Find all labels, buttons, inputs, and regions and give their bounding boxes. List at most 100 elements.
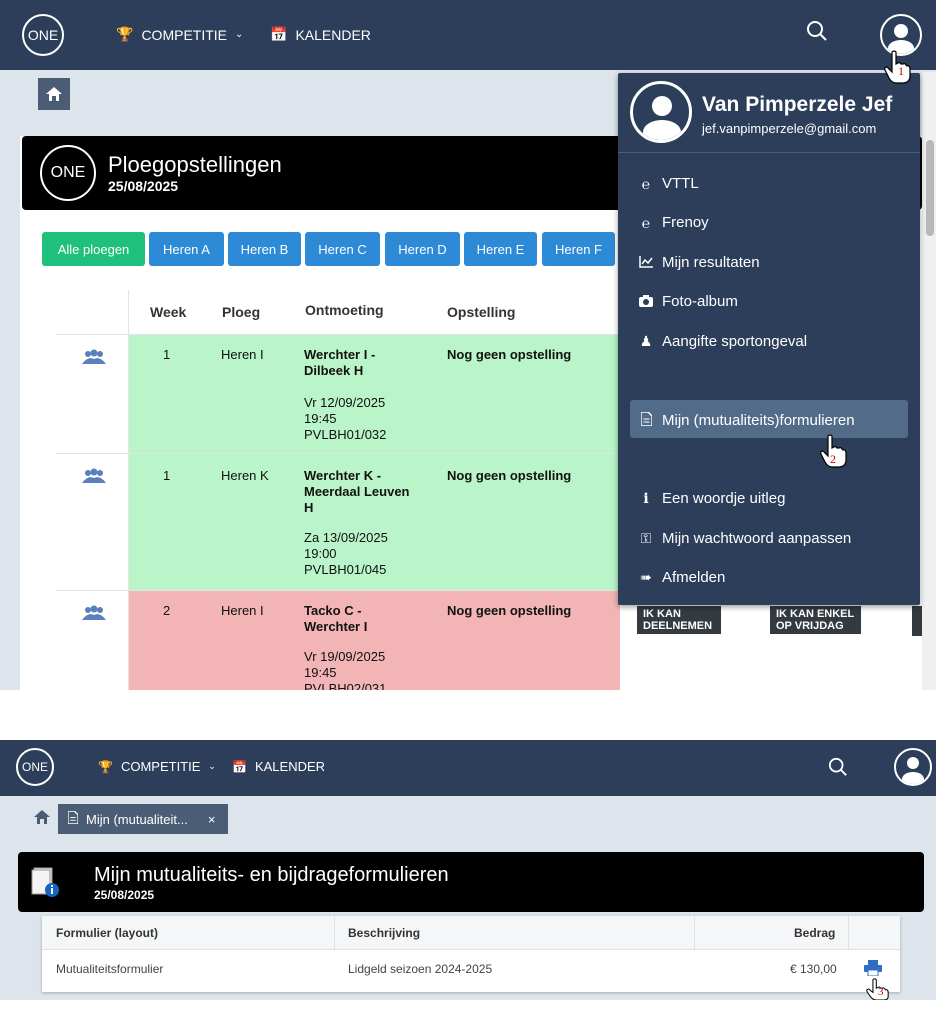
nav-kalender[interactable]: 📅 KALENDER [270,26,371,43]
key-icon: ⚿ [640,530,652,546]
print-icon[interactable] [864,960,882,976]
user-dropdown-menu: Van Pimperzele Jef jef.vanpimperzele@gma… [618,73,920,605]
table-header [42,916,900,950]
home-icon[interactable] [34,810,50,829]
info-icon: i [643,490,649,507]
close-icon[interactable]: × [208,812,216,827]
column-divider [694,916,695,950]
one-logo[interactable]: ONE [22,14,64,56]
page-date: 25/08/2025 [108,178,179,194]
table-row: 1 Heren K Werchter K - Meerdaal Leuven H… [56,454,620,590]
menu-item-uitleg[interactable]: i Een woordje uitleg [638,490,785,507]
search-icon[interactable] [828,757,848,783]
menu-item-label: Aangifte sportongeval [662,333,808,350]
menu-item-resultaten[interactable]: Mijn resultaten [638,254,760,271]
step-number-1: 1 [898,64,904,78]
cell-time: 19:45 [304,665,337,680]
col-header-ploeg: Ploeg [222,304,261,320]
cell-date: Vr 19/09/2025 [304,649,386,664]
forms-table: Formulier (layout) Beschrijving Bedrag M… [42,916,900,992]
home-icon[interactable] [38,78,70,110]
page-title-bar: Mijn mutualiteits- en bijdrageformuliere… [18,852,924,912]
nav-kalender[interactable]: 📅 KALENDER [232,759,325,774]
cell-match: Werchter K - Meerdaal Leuven H [304,468,410,515]
menu-item-label: Frenoy [662,214,709,231]
one-logo[interactable]: ONE [16,748,54,786]
nav-kalender-label: KALENDER [254,759,326,774]
menu-item-formulieren[interactable]: Mijn (mutualiteits)formulieren [638,411,855,429]
cell-formulier: Mutualiteitsformulier [56,962,164,976]
menu-item-label: Foto-album [662,293,738,310]
line-chart-icon [638,255,654,271]
user-dropdown-header: Van Pimperzele Jef jef.vanpimperzele@gma… [618,73,920,153]
nav-competitie[interactable]: 🏆 COMPETITIE ⌄ [116,26,243,43]
col-header-ontmoeting: Ontmoeting [305,302,384,318]
screenshot-top: ONE 🏆 COMPETITIE ⌄ 📅 KALENDER ONE Ploego… [0,0,936,690]
people-icon[interactable] [82,605,106,621]
cell-time: 19:00 [304,546,337,561]
team-button-heren-f[interactable]: Heren F [542,232,615,266]
tab-mutualiteitsformulieren[interactable]: Mijn (mutualiteit... × [58,804,228,834]
team-button-all[interactable]: Alle ploegen [42,232,145,266]
browser-icon: ℮ [641,175,651,192]
chevron-down-icon: ⌄ [235,29,244,40]
cell-match: Tacko C - Werchter I [304,603,368,634]
team-button-heren-b[interactable]: Heren B [228,232,301,266]
sign-out-icon: ➠ [640,569,652,585]
scrollbar-thumb[interactable] [926,140,934,236]
nav-competitie[interactable]: 🏆 COMPETITIE ⌄ [98,759,216,774]
cell-ploeg: Heren I [221,347,264,362]
page-title: Mijn mutualiteits- en bijdrageformuliere… [94,864,449,886]
badge-kan-deelnemen[interactable]: IK KAN DEELNEMEN [637,606,721,634]
cell-time: 19:45 [304,411,337,426]
menu-item-afmelden[interactable]: ➠ Afmelden [638,569,725,586]
table-row: 2 Heren I Tacko C - Werchter I Vr 19/09/… [56,591,620,690]
browser-icon: ℮ [641,214,651,231]
calendar-icon: 📅 [232,759,247,774]
cell-date: Vr 12/09/2025 [304,395,386,410]
badge-partial [912,606,922,636]
cell-code: PVLBH01/045 [304,562,387,577]
col-header-bedrag[interactable]: Bedrag [794,926,835,940]
people-icon[interactable] [82,468,106,484]
file-icon [67,810,79,827]
col-header-opstelling: Opstelling [447,304,516,320]
page-title: Ploegopstellingen [108,152,282,177]
menu-item-vttl[interactable]: ℮ VTTL [638,175,699,192]
menu-item-foto-album[interactable]: Foto-album [638,293,738,310]
cell-date: Za 13/09/2025 [304,530,388,545]
cell-week: 1 [163,468,171,483]
bottom-navbar: ONE 🏆 COMPETITIE ⌄ 📅 KALENDER [0,740,936,796]
user-avatar-button[interactable] [894,748,932,786]
search-icon[interactable] [806,20,828,48]
top-navbar: ONE 🏆 COMPETITIE ⌄ 📅 KALENDER [0,0,936,70]
col-header-formulier[interactable]: Formulier (layout) [56,926,158,940]
page-date: 25/08/2025 [94,888,155,902]
trophy-icon: 🏆 [116,26,134,42]
nav-competitie-label: COMPETITIE [120,759,201,774]
menu-item-aangifte[interactable]: ♟ Aangifte sportongeval [638,333,807,350]
cell-beschrijving: Lidgeld seizoen 2024-2025 [348,962,493,976]
cell-opstelling: Nog geen opstelling [447,603,572,618]
menu-item-wachtwoord[interactable]: ⚿ Mijn wachtwoord aanpassen [638,530,852,547]
col-header-beschrijving[interactable]: Beschrijving [348,926,420,940]
team-button-heren-a[interactable]: Heren A [149,232,224,266]
team-button-heren-e[interactable]: Heren E [464,232,537,266]
team-button-heren-d[interactable]: Heren D [385,232,460,266]
form-info-icon [31,867,59,897]
step-number-3: 3 [878,986,884,998]
cell-week: 1 [163,347,171,362]
cell-code: PVLBH01/032 [304,427,387,442]
trophy-icon: 🏆 [98,759,113,774]
cell-ploeg: Heren I [221,603,264,618]
cell-code: PVLBH02/031 [304,681,387,690]
camera-icon [638,294,654,310]
menu-item-label: Een woordje uitleg [662,490,786,507]
calendar-icon: 📅 [270,26,288,42]
badge-kan-enkel-vrijdag[interactable]: IK KAN ENKEL OP VRIJDAG [770,606,861,634]
column-divider [848,916,849,950]
cell-bedrag: € 130,00 [790,962,837,976]
team-button-heren-c[interactable]: Heren C [305,232,380,266]
people-icon[interactable] [82,349,106,365]
menu-item-frenoy[interactable]: ℮ Frenoy [638,214,709,231]
